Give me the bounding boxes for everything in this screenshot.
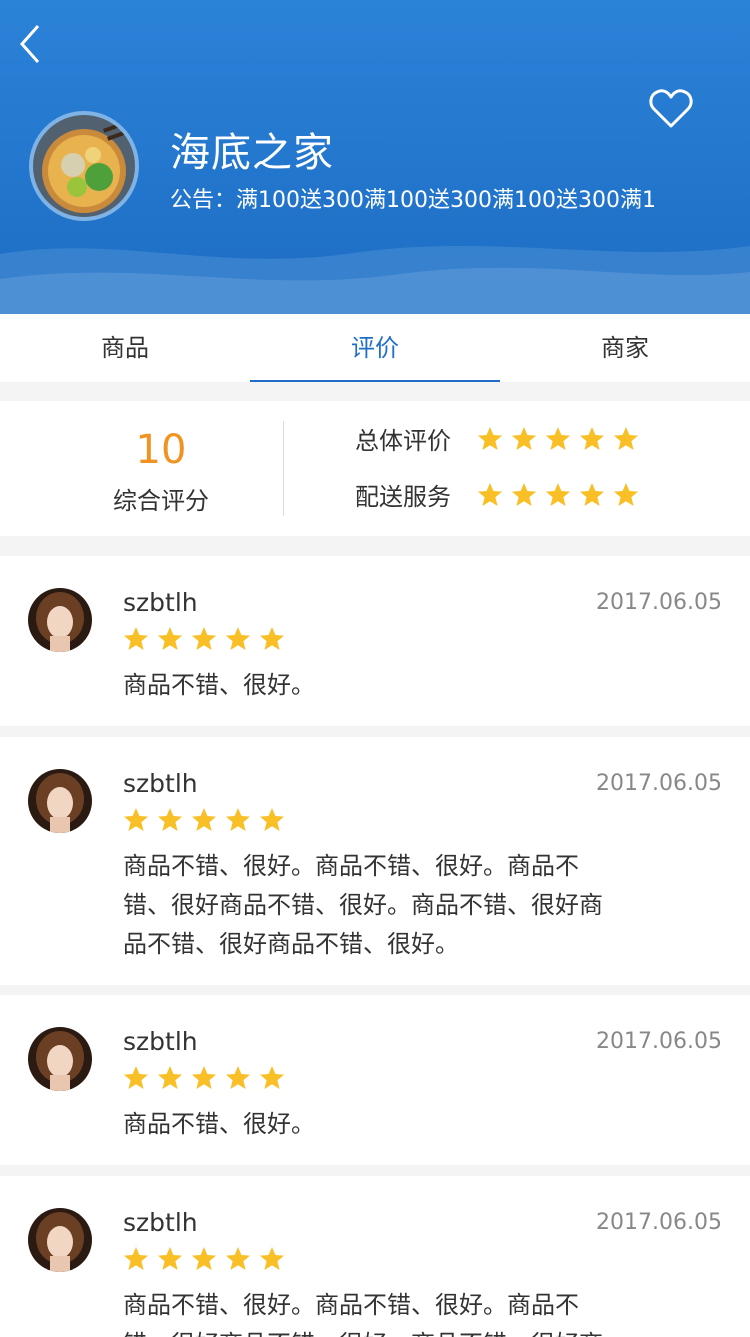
star-icon bbox=[614, 426, 638, 450]
user-photo bbox=[28, 1208, 92, 1272]
heart-icon bbox=[649, 89, 693, 128]
review-date: 2017.06.05 bbox=[596, 590, 722, 615]
overall-rating-label: 总体评价 bbox=[355, 427, 451, 455]
star-icon bbox=[226, 808, 250, 831]
star-icon bbox=[124, 1066, 148, 1089]
favorite-button[interactable] bbox=[648, 86, 694, 132]
review-username: szbtlh bbox=[123, 588, 198, 617]
star-icon bbox=[260, 1066, 284, 1089]
review-username: szbtlh bbox=[123, 769, 198, 798]
star-icon bbox=[478, 482, 502, 506]
review-date: 2017.06.05 bbox=[596, 1029, 722, 1054]
wave-decoration bbox=[0, 246, 750, 314]
tab-merchant[interactable]: 商家 bbox=[500, 314, 750, 382]
star-icon bbox=[192, 1066, 216, 1089]
star-icon bbox=[512, 482, 536, 506]
star-icon bbox=[158, 1247, 182, 1270]
overall-rating-row: 总体评价 bbox=[355, 421, 647, 456]
review-stars bbox=[123, 1246, 293, 1272]
tab-reviews[interactable]: 评价 bbox=[250, 314, 500, 382]
user-photo bbox=[28, 769, 92, 833]
star-icon bbox=[260, 808, 284, 831]
review-username: szbtlh bbox=[123, 1208, 198, 1237]
star-icon bbox=[192, 1247, 216, 1270]
user-photo bbox=[28, 1027, 92, 1091]
user-avatar bbox=[28, 1208, 92, 1272]
star-icon bbox=[158, 808, 182, 831]
star-icon bbox=[614, 482, 638, 506]
back-button[interactable] bbox=[16, 22, 46, 66]
food-bowl-image bbox=[33, 115, 135, 217]
review-text: 商品不错、很好。商品不错、很好。商品不错、很好商品不错、很好。商品不错、很好商品… bbox=[123, 852, 603, 958]
overall-score: 10 bbox=[135, 427, 187, 473]
star-icon bbox=[226, 1247, 250, 1270]
review-item: szbtlh 2017.06.05 商品不错、很好。商品不错、很好。商品不错、很… bbox=[0, 1176, 750, 1337]
user-avatar bbox=[28, 588, 92, 652]
user-photo bbox=[28, 588, 92, 652]
star-icon bbox=[124, 808, 148, 831]
rating-summary: 10 综合评分 总体评价 配送服务 bbox=[0, 401, 750, 536]
star-icon bbox=[124, 627, 148, 650]
star-icon bbox=[478, 426, 502, 450]
star-icon bbox=[226, 1066, 250, 1089]
review-item: szbtlh 2017.06.05 商品不错、很好。 bbox=[0, 995, 750, 1165]
review-date: 2017.06.05 bbox=[596, 1210, 722, 1235]
star-icon bbox=[192, 627, 216, 650]
delivery-rating-label: 配送服务 bbox=[355, 483, 451, 511]
review-text: 商品不错、很好。 bbox=[123, 671, 315, 699]
star-icon bbox=[158, 627, 182, 650]
star-icon bbox=[226, 627, 250, 650]
review-username: szbtlh bbox=[123, 1027, 198, 1056]
shop-name: 海底之家 bbox=[170, 130, 334, 176]
review-item: szbtlh 2017.06.05 商品不错、很好。 bbox=[0, 556, 750, 726]
user-avatar bbox=[28, 1027, 92, 1091]
shop-notice: 公告：满100送300满100送300满100送300满1 bbox=[170, 188, 656, 213]
delivery-rating-row: 配送服务 bbox=[355, 477, 647, 512]
tab-bar: 商品 评价 商家 bbox=[0, 314, 750, 382]
overall-rating-stars bbox=[477, 426, 647, 452]
delivery-rating-stars bbox=[477, 482, 647, 508]
star-icon bbox=[580, 482, 604, 506]
star-icon bbox=[546, 426, 570, 450]
review-stars bbox=[123, 807, 293, 833]
summary-divider bbox=[283, 421, 284, 516]
chevron-left-icon bbox=[19, 25, 40, 63]
shop-header: 海底之家 公告：满100送300满100送300满100送300满1 bbox=[0, 0, 750, 314]
tab-products[interactable]: 商品 bbox=[0, 314, 250, 382]
review-text: 商品不错、很好。商品不错、很好。商品不错、很好商品不错、很好。商品不错、很好商品… bbox=[123, 1291, 603, 1337]
star-icon bbox=[512, 426, 536, 450]
star-icon bbox=[260, 1247, 284, 1270]
user-avatar bbox=[28, 769, 92, 833]
star-icon bbox=[546, 482, 570, 506]
star-icon bbox=[192, 808, 216, 831]
review-stars bbox=[123, 626, 293, 652]
review-item: szbtlh 2017.06.05 商品不错、很好。商品不错、很好。商品不错、很… bbox=[0, 737, 750, 985]
review-stars bbox=[123, 1065, 293, 1091]
star-icon bbox=[260, 627, 284, 650]
star-icon bbox=[580, 426, 604, 450]
star-icon bbox=[124, 1247, 148, 1270]
star-icon bbox=[158, 1066, 182, 1089]
review-text: 商品不错、很好。 bbox=[123, 1110, 315, 1138]
overall-score-label: 综合评分 bbox=[113, 487, 209, 515]
review-date: 2017.06.05 bbox=[596, 771, 722, 796]
shop-avatar bbox=[29, 111, 139, 221]
